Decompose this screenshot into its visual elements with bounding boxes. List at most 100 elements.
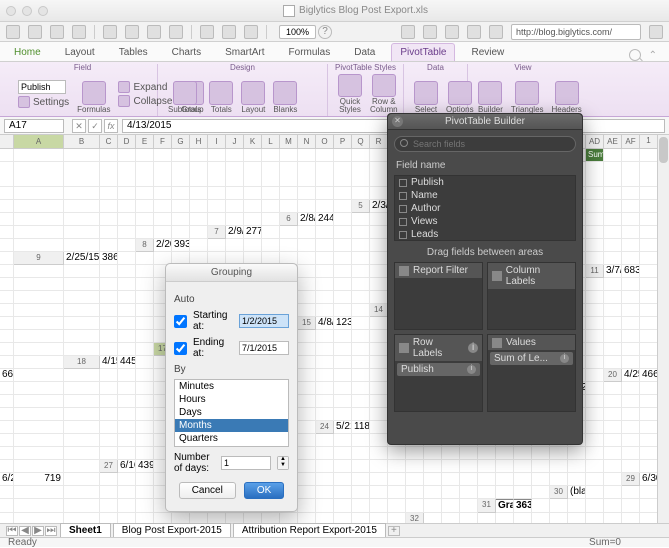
status-mode: Ready <box>8 537 37 548</box>
prev-sheet-icon[interactable]: ◀ <box>19 526 31 536</box>
number-of-days-stepper[interactable]: ▲▼ <box>277 456 289 470</box>
by-option-days[interactable]: Days <box>175 406 288 419</box>
field-list[interactable]: PublishNameAuthorViewsLeads <box>394 175 576 241</box>
number-of-days-input[interactable] <box>221 456 271 470</box>
blanks-icon[interactable] <box>273 81 297 105</box>
search-icon[interactable] <box>629 49 641 61</box>
save-icon[interactable] <box>6 25 20 39</box>
row-labels-area[interactable]: Row Labelsi Publishi <box>394 334 483 412</box>
row-column-icon[interactable] <box>372 74 396 97</box>
builder-icon[interactable] <box>478 81 502 105</box>
row-pill-publish[interactable]: Publishi <box>397 363 480 376</box>
close-icon[interactable]: ✕ <box>392 116 403 127</box>
layout-icon[interactable] <box>241 81 265 105</box>
tab-layout[interactable]: Layout <box>57 44 103 61</box>
report-filter-area[interactable]: Report Filter <box>394 262 483 330</box>
field-name[interactable]: Name <box>395 189 575 202</box>
pill-info-icon[interactable]: i <box>467 365 476 374</box>
values-area[interactable]: Values Sum of Le...i <box>487 334 576 412</box>
minimize-window-icon[interactable] <box>22 6 32 16</box>
field-name-input[interactable] <box>18 80 66 94</box>
status-bar: Ready Sum=0 <box>0 537 669 547</box>
quick-styles-icon[interactable] <box>338 74 362 97</box>
copy-icon[interactable] <box>125 25 139 39</box>
ok-button[interactable]: OK <box>244 482 284 499</box>
by-option-years[interactable]: Years <box>175 445 288 447</box>
web-back-icon[interactable] <box>401 25 415 39</box>
close-window-icon[interactable] <box>6 6 16 16</box>
web-forward-icon[interactable] <box>423 25 437 39</box>
filter-icon[interactable] <box>244 25 258 39</box>
sort-icon[interactable] <box>222 25 236 39</box>
section-label-data: Data <box>404 63 467 72</box>
search-fields-input[interactable] <box>394 136 576 152</box>
zoom-window-icon[interactable] <box>38 6 48 16</box>
accept-formula-icon[interactable]: ✓ <box>88 119 102 133</box>
cancel-formula-icon[interactable]: ✕ <box>72 119 86 133</box>
select-icon[interactable] <box>414 81 438 105</box>
sheet-tab-sheet1[interactable]: Sheet1 <box>60 523 111 538</box>
ribbon-body: Field Settings Formulas Expand Collapse … <box>0 62 669 117</box>
cancel-button[interactable]: Cancel <box>179 482 236 499</box>
format-painter-icon[interactable] <box>169 25 183 39</box>
by-option-months[interactable]: Months <box>175 419 288 432</box>
formulas-icon[interactable] <box>82 81 106 105</box>
by-listbox[interactable]: MinutesHoursDaysMonthsQuartersYears <box>174 379 289 447</box>
settings-button[interactable]: Settings <box>18 96 69 108</box>
web-home-icon[interactable] <box>489 25 503 39</box>
zoom-level[interactable]: 100% <box>279 25 316 39</box>
tab-formulas[interactable]: Formulas <box>281 44 339 61</box>
autosum-icon[interactable] <box>200 25 214 39</box>
ribbon-collapse-icon[interactable]: ⌃ <box>649 50 657 61</box>
ending-at-checkbox[interactable] <box>174 342 187 355</box>
paste-icon[interactable] <box>147 25 161 39</box>
by-option-hours[interactable]: Hours <box>175 393 288 406</box>
tab-home[interactable]: Home <box>6 44 49 61</box>
pill-info-icon[interactable]: i <box>560 354 569 363</box>
sheet-tab-blog-post-export[interactable]: Blog Post Export-2015 <box>113 523 231 538</box>
cut-icon[interactable] <box>103 25 117 39</box>
help-icon[interactable]: ? <box>318 25 332 39</box>
column-labels-area[interactable]: Column Labels <box>487 262 576 330</box>
by-option-minutes[interactable]: Minutes <box>175 380 288 393</box>
tab-charts[interactable]: Charts <box>164 44 209 61</box>
subtotals-icon[interactable] <box>173 81 197 105</box>
starting-at-checkbox[interactable] <box>174 315 187 328</box>
add-sheet-icon[interactable]: + <box>388 526 400 536</box>
value-pill-sum-of-leads[interactable]: Sum of Le...i <box>490 352 573 365</box>
by-option-quarters[interactable]: Quarters <box>175 432 288 445</box>
next-sheet-icon[interactable]: ▶ <box>32 526 44 536</box>
field-author[interactable]: Author <box>395 202 575 215</box>
collapse-icon <box>118 95 130 107</box>
tab-data[interactable]: Data <box>346 44 383 61</box>
print-icon[interactable] <box>28 25 42 39</box>
last-sheet-icon[interactable]: ⏭ <box>45 526 57 536</box>
vertical-scrollbar[interactable] <box>657 135 669 525</box>
first-sheet-icon[interactable]: ⏮ <box>6 526 18 536</box>
redo-icon[interactable] <box>72 25 86 39</box>
fx-icon[interactable]: fx <box>104 119 118 133</box>
gear-icon <box>18 96 30 108</box>
headers-icon[interactable] <box>555 81 579 105</box>
tab-review[interactable]: Review <box>463 44 512 61</box>
web-stop-icon[interactable] <box>445 25 459 39</box>
web-go-icon[interactable] <box>649 25 663 39</box>
sheet-tab-attribution-report[interactable]: Attribution Report Export-2015 <box>233 523 386 538</box>
ending-at-input[interactable] <box>239 341 289 355</box>
tab-tables[interactable]: Tables <box>111 44 156 61</box>
field-views[interactable]: Views <box>395 215 575 228</box>
tab-pivottable[interactable]: PivotTable <box>391 43 455 61</box>
window-controls[interactable] <box>6 6 48 16</box>
undo-icon[interactable] <box>50 25 64 39</box>
tab-smartart[interactable]: SmartArt <box>217 44 272 61</box>
field-leads[interactable]: Leads <box>395 228 575 241</box>
ribbon-tabs: Home Layout Tables Charts SmartArt Formu… <box>0 42 669 62</box>
url-field[interactable] <box>511 24 641 40</box>
starting-at-input[interactable] <box>239 314 289 328</box>
triangles-icon[interactable] <box>515 81 539 105</box>
web-refresh-icon[interactable] <box>467 25 481 39</box>
name-box[interactable] <box>4 119 64 133</box>
grouping-dialog: Grouping Auto Starting at: Ending at: By… <box>165 263 298 512</box>
totals-icon[interactable] <box>209 81 233 105</box>
field-publish[interactable]: Publish <box>395 176 575 189</box>
